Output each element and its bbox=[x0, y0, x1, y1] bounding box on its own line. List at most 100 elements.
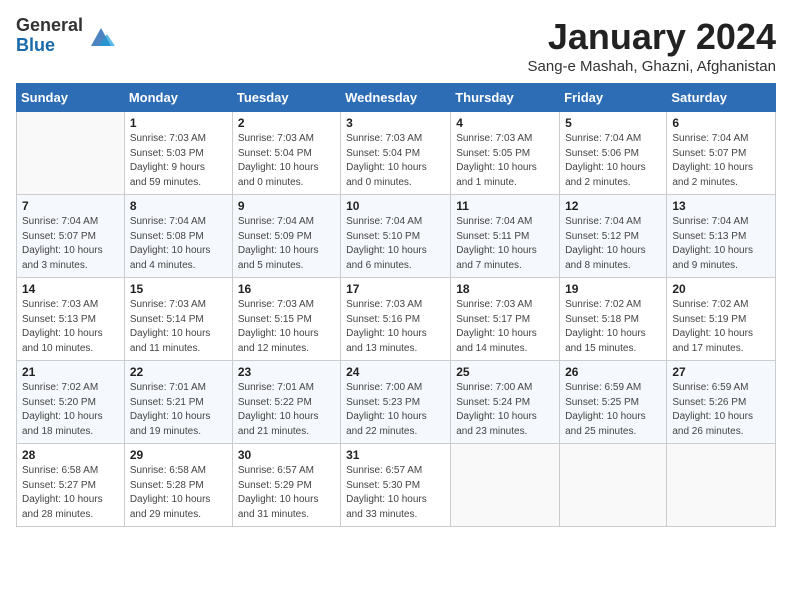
calendar-cell: 18 Sunrise: 7:03 AM Sunset: 5:17 PM Dayli… bbox=[451, 278, 560, 361]
day-info: Sunrise: 7:03 AM Sunset: 5:15 PM Dayligh… bbox=[238, 298, 335, 356]
calendar-cell: 28Sunrise: 6:58 AM Sunset: 5:27 PM Dayli… bbox=[17, 444, 125, 527]
day-number: 14 bbox=[22, 282, 119, 296]
calendar-cell: 1Sunrise: 7:03 AM Sunset: 5:03 PM Daylig… bbox=[124, 112, 232, 195]
day-info: Sunrise: 7:04 AM Sunset: 5:09 PM Dayligh… bbox=[238, 215, 335, 273]
day-number: 8 bbox=[130, 199, 227, 213]
calendar-cell: 5 Sunrise: 7:04 AM Sunset: 5:06 PM Daylig… bbox=[560, 112, 667, 195]
day-number: 24 bbox=[346, 365, 445, 379]
day-info: Sunrise: 7:00 AM Sunset: 5:24 PM Dayligh… bbox=[456, 381, 554, 439]
day-number: 19 bbox=[565, 282, 661, 296]
day-number: 10 bbox=[346, 199, 445, 213]
day-info: Sunrise: 6:57 AM Sunset: 5:29 PM Dayligh… bbox=[238, 464, 335, 522]
calendar-week-row: 1Sunrise: 7:03 AM Sunset: 5:03 PM Daylig… bbox=[17, 112, 776, 195]
day-number: 23 bbox=[238, 365, 335, 379]
page-header: General Blue January 2024 Sang-e Mashah,… bbox=[16, 16, 776, 75]
header-thursday: Thursday bbox=[451, 84, 560, 112]
logo: General Blue bbox=[16, 16, 115, 56]
location: Sang-e Mashah, Ghazni, Afghanistan bbox=[528, 58, 777, 75]
day-info: Sunrise: 7:04 AM Sunset: 5:06 PM Dayligh… bbox=[565, 132, 661, 190]
day-info: Sunrise: 7:02 AM Sunset: 5:18 PM Dayligh… bbox=[565, 298, 661, 356]
day-number: 5 bbox=[565, 116, 661, 130]
calendar-cell bbox=[451, 444, 560, 527]
calendar-cell: 9 Sunrise: 7:04 AM Sunset: 5:09 PM Daylig… bbox=[232, 195, 340, 278]
day-info: Sunrise: 7:03 AM Sunset: 5:04 PM Dayligh… bbox=[346, 132, 445, 190]
day-number: 20 bbox=[672, 282, 770, 296]
day-info: Sunrise: 7:03 AM Sunset: 5:16 PM Dayligh… bbox=[346, 298, 445, 356]
logo-general-text: General bbox=[16, 16, 83, 36]
header-sunday: Sunday bbox=[17, 84, 125, 112]
day-number: 22 bbox=[130, 365, 227, 379]
day-number: 30 bbox=[238, 448, 335, 462]
day-number: 1 bbox=[130, 116, 227, 130]
day-info: Sunrise: 7:01 AM Sunset: 5:22 PM Dayligh… bbox=[238, 381, 335, 439]
calendar-cell bbox=[667, 444, 776, 527]
calendar-week-row: 28Sunrise: 6:58 AM Sunset: 5:27 PM Dayli… bbox=[17, 444, 776, 527]
header-wednesday: Wednesday bbox=[341, 84, 451, 112]
day-info: Sunrise: 7:04 AM Sunset: 5:12 PM Dayligh… bbox=[565, 215, 661, 273]
day-info: Sunrise: 7:03 AM Sunset: 5:17 PM Dayligh… bbox=[456, 298, 554, 356]
calendar-cell: 6Sunrise: 7:04 AM Sunset: 5:07 PM Daylig… bbox=[667, 112, 776, 195]
day-number: 21 bbox=[22, 365, 119, 379]
calendar-cell: 15Sunrise: 7:03 AM Sunset: 5:14 PM Dayli… bbox=[124, 278, 232, 361]
logo-blue-text: Blue bbox=[16, 36, 83, 56]
day-number: 18 bbox=[456, 282, 554, 296]
day-info: Sunrise: 7:03 AM Sunset: 5:14 PM Dayligh… bbox=[130, 298, 227, 356]
day-info: Sunrise: 7:04 AM Sunset: 5:08 PM Dayligh… bbox=[130, 215, 227, 273]
calendar-cell: 3Sunrise: 7:03 AM Sunset: 5:04 PM Daylig… bbox=[341, 112, 451, 195]
calendar-cell: 2 Sunrise: 7:03 AM Sunset: 5:04 PM Daylig… bbox=[232, 112, 340, 195]
header-saturday: Saturday bbox=[667, 84, 776, 112]
day-number: 27 bbox=[672, 365, 770, 379]
day-info: Sunrise: 7:04 AM Sunset: 5:13 PM Dayligh… bbox=[672, 215, 770, 273]
logo-icon bbox=[87, 22, 115, 50]
day-number: 12 bbox=[565, 199, 661, 213]
day-number: 2 bbox=[238, 116, 335, 130]
calendar-cell: 13 Sunrise: 7:04 AM Sunset: 5:13 PM Dayli… bbox=[667, 195, 776, 278]
calendar-cell: 22Sunrise: 7:01 AM Sunset: 5:21 PM Dayli… bbox=[124, 361, 232, 444]
calendar-cell: 14 Sunrise: 7:03 AM Sunset: 5:13 PM Dayli… bbox=[17, 278, 125, 361]
day-info: Sunrise: 7:04 AM Sunset: 5:10 PM Dayligh… bbox=[346, 215, 445, 273]
calendar-cell: 27Sunrise: 6:59 AM Sunset: 5:26 PM Dayli… bbox=[667, 361, 776, 444]
day-number: 31 bbox=[346, 448, 445, 462]
calendar-cell: 26Sunrise: 6:59 AM Sunset: 5:25 PM Dayli… bbox=[560, 361, 667, 444]
day-number: 6 bbox=[672, 116, 770, 130]
calendar-week-row: 14 Sunrise: 7:03 AM Sunset: 5:13 PM Dayli… bbox=[17, 278, 776, 361]
day-info: Sunrise: 7:04 AM Sunset: 5:11 PM Dayligh… bbox=[456, 215, 554, 273]
day-number: 13 bbox=[672, 199, 770, 213]
day-number: 9 bbox=[238, 199, 335, 213]
calendar-cell: 17 Sunrise: 7:03 AM Sunset: 5:16 PM Dayli… bbox=[341, 278, 451, 361]
calendar-week-row: 21Sunrise: 7:02 AM Sunset: 5:20 PM Dayli… bbox=[17, 361, 776, 444]
calendar-cell: 19 Sunrise: 7:02 AM Sunset: 5:18 PM Dayli… bbox=[560, 278, 667, 361]
day-info: Sunrise: 7:00 AM Sunset: 5:23 PM Dayligh… bbox=[346, 381, 445, 439]
calendar-table: SundayMondayTuesdayWednesdayThursdayFrid… bbox=[16, 83, 776, 527]
day-number: 25 bbox=[456, 365, 554, 379]
day-info: Sunrise: 7:03 AM Sunset: 5:04 PM Dayligh… bbox=[238, 132, 335, 190]
day-number: 11 bbox=[456, 199, 554, 213]
calendar-cell: 31 Sunrise: 6:57 AM Sunset: 5:30 PM Dayli… bbox=[341, 444, 451, 527]
day-info: Sunrise: 6:58 AM Sunset: 5:28 PM Dayligh… bbox=[130, 464, 227, 522]
day-info: Sunrise: 7:02 AM Sunset: 5:19 PM Dayligh… bbox=[672, 298, 770, 356]
day-info: Sunrise: 6:57 AM Sunset: 5:30 PM Dayligh… bbox=[346, 464, 445, 522]
day-number: 29 bbox=[130, 448, 227, 462]
day-info: Sunrise: 6:58 AM Sunset: 5:27 PM Dayligh… bbox=[22, 464, 119, 522]
calendar-cell: 30 Sunrise: 6:57 AM Sunset: 5:29 PM Dayli… bbox=[232, 444, 340, 527]
calendar-week-row: 7Sunrise: 7:04 AM Sunset: 5:07 PM Daylig… bbox=[17, 195, 776, 278]
calendar-cell: 7Sunrise: 7:04 AM Sunset: 5:07 PM Daylig… bbox=[17, 195, 125, 278]
month-title: January 2024 bbox=[528, 16, 777, 58]
calendar-cell: 12 Sunrise: 7:04 AM Sunset: 5:12 PM Dayli… bbox=[560, 195, 667, 278]
header-friday: Friday bbox=[560, 84, 667, 112]
day-info: Sunrise: 7:03 AM Sunset: 5:13 PM Dayligh… bbox=[22, 298, 119, 356]
calendar-cell: 11 Sunrise: 7:04 AM Sunset: 5:11 PM Dayli… bbox=[451, 195, 560, 278]
day-number: 4 bbox=[456, 116, 554, 130]
calendar-cell: 24 Sunrise: 7:00 AM Sunset: 5:23 PM Dayli… bbox=[341, 361, 451, 444]
calendar-cell: 29 Sunrise: 6:58 AM Sunset: 5:28 PM Dayli… bbox=[124, 444, 232, 527]
calendar-cell bbox=[17, 112, 125, 195]
calendar-cell: 16 Sunrise: 7:03 AM Sunset: 5:15 PM Dayli… bbox=[232, 278, 340, 361]
calendar-cell: 21Sunrise: 7:02 AM Sunset: 5:20 PM Dayli… bbox=[17, 361, 125, 444]
header-monday: Monday bbox=[124, 84, 232, 112]
day-number: 16 bbox=[238, 282, 335, 296]
day-info: Sunrise: 7:04 AM Sunset: 5:07 PM Dayligh… bbox=[22, 215, 119, 273]
calendar-cell: 23 Sunrise: 7:01 AM Sunset: 5:22 PM Dayli… bbox=[232, 361, 340, 444]
calendar-cell: 25 Sunrise: 7:00 AM Sunset: 5:24 PM Dayli… bbox=[451, 361, 560, 444]
day-number: 17 bbox=[346, 282, 445, 296]
calendar-cell: 10 Sunrise: 7:04 AM Sunset: 5:10 PM Dayli… bbox=[341, 195, 451, 278]
